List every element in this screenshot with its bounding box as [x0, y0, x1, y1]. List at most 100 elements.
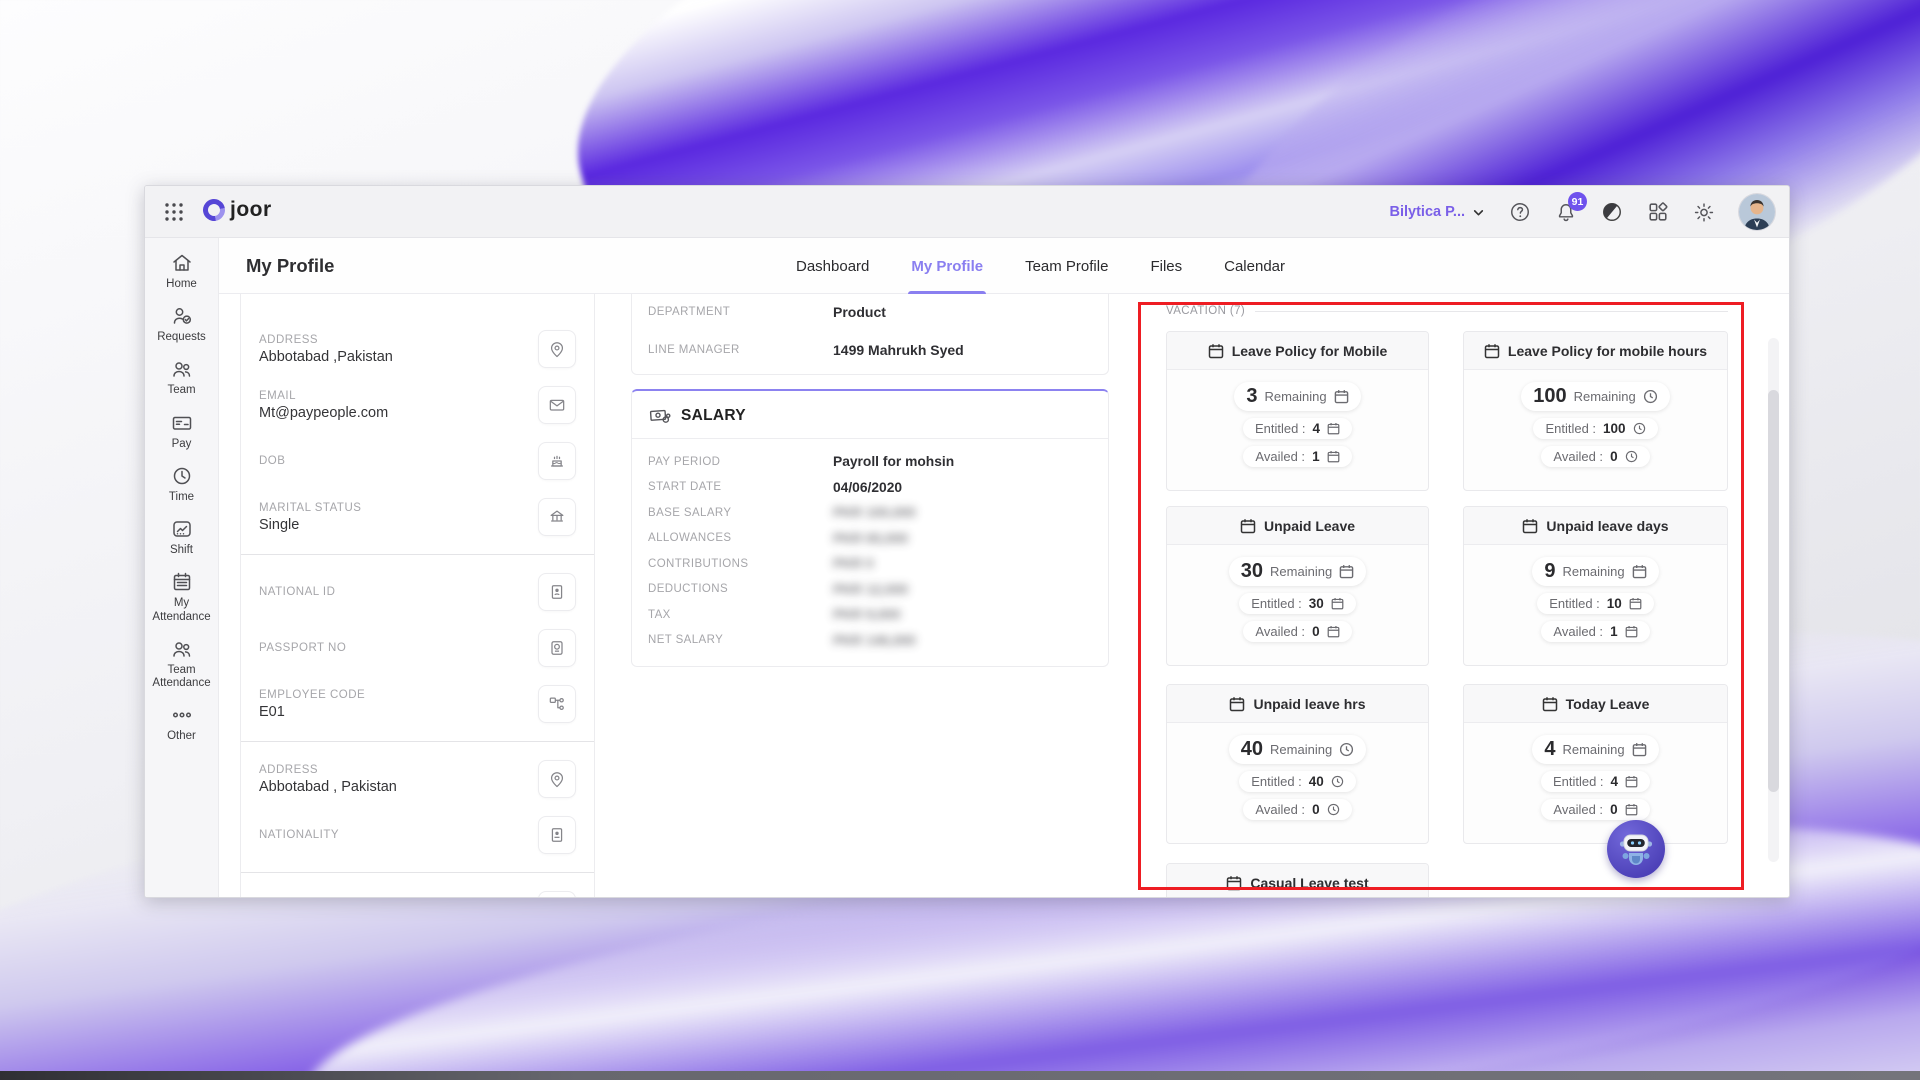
divider — [1255, 311, 1728, 312]
birthday-icon[interactable] — [538, 442, 576, 480]
calendar-icon — [1625, 803, 1638, 816]
company-switcher[interactable]: Bilytica P... — [1390, 204, 1486, 220]
salary-row-tax: TAX PKR 9,000 — [648, 602, 1092, 628]
calendar-icon — [1625, 775, 1638, 788]
id-card-icon[interactable] — [538, 573, 576, 611]
salary-row-allowances: ALLOWANCES PKR 65,000 — [648, 526, 1092, 552]
chevron-down-icon — [1472, 206, 1485, 219]
tab-my-profile[interactable]: My Profile — [908, 238, 986, 294]
entitled-pill: Entitled :4 — [1541, 771, 1650, 792]
vacation-card-casual-leave-test: Casual Leave test — [1166, 863, 1429, 897]
tab-calendar[interactable]: Calendar — [1221, 238, 1288, 294]
time-icon — [170, 464, 194, 488]
tab-dashboard[interactable]: Dashboard — [793, 238, 872, 294]
location-pin-icon[interactable] — [538, 760, 576, 798]
vacation-card-unpaid-leave-hrs: Unpaid leave hrs 40Remaining Entitled :4… — [1166, 684, 1429, 844]
profile-row-dob: DOB — [241, 433, 594, 489]
app-window: joor Bilytica P... 91 — [144, 185, 1790, 898]
home-icon — [170, 251, 194, 275]
entitled-pill: Entitled :100 — [1533, 418, 1657, 439]
calendar-icon — [1334, 389, 1349, 404]
contrast-theme-icon[interactable] — [1601, 201, 1623, 223]
apps-grid-icon[interactable] — [1647, 201, 1669, 223]
calendar-icon — [1229, 696, 1245, 712]
phone-icon[interactable] — [538, 891, 576, 897]
divider — [241, 872, 594, 873]
calendar-icon — [1632, 564, 1647, 579]
remaining-pill: 9Remaining — [1532, 557, 1658, 586]
sidebar-item-home[interactable]: Home — [147, 251, 217, 291]
calendar-icon — [1331, 597, 1344, 610]
entitled-pill: Entitled :4 — [1243, 418, 1352, 439]
info-row-department: DEPARTMENT Product — [632, 294, 1108, 331]
scrollbar-thumb[interactable] — [1768, 390, 1779, 792]
salary-row-base-salary: BASE SALARY PKR 100,000 — [648, 500, 1092, 526]
sidebar-item-shift[interactable]: Shift — [147, 517, 217, 557]
remaining-pill: 3Remaining — [1234, 382, 1360, 411]
profile-row-passport: PASSPORT NO — [241, 620, 594, 676]
sidebar-item-other[interactable]: Other — [147, 703, 217, 743]
user-avatar[interactable] — [1739, 194, 1775, 230]
notifications-bell-icon[interactable]: 91 — [1555, 201, 1577, 223]
vacation-section-header: VACATION (7) — [1166, 305, 1728, 317]
taskbar-strip — [0, 1071, 1920, 1080]
profile-row-email: EMAIL Mt@paypeople.com — [241, 377, 594, 433]
sidebar-item-my-attendance[interactable]: My Attendance — [147, 570, 217, 623]
salary-title: SALARY — [681, 407, 746, 425]
sidebar-item-requests[interactable]: Requests — [147, 304, 217, 344]
brand-logo[interactable]: joor — [203, 198, 272, 222]
clock-icon — [1327, 803, 1340, 816]
vacation-card-header: Unpaid leave hrs — [1167, 685, 1428, 723]
app-header: joor Bilytica P... 91 — [145, 186, 1789, 238]
nationality-icon[interactable] — [538, 816, 576, 854]
salary-card-header: SALARY — [632, 391, 1108, 439]
salary-row-deductions: DEDUCTIONS PKR 12,000 — [648, 577, 1092, 603]
page-title: My Profile — [246, 255, 334, 277]
help-icon[interactable] — [1509, 201, 1531, 223]
sidebar-item-team[interactable]: Team — [147, 357, 217, 397]
waffle-menu-icon[interactable] — [163, 201, 185, 223]
sidebar-item-team-attendance[interactable]: Team Attendance — [147, 637, 217, 690]
envelope-icon[interactable] — [538, 386, 576, 424]
vacation-card-today-leave: Today Leave 4Remaining Entitled :4 Avail… — [1463, 684, 1728, 844]
tab-files[interactable]: Files — [1147, 238, 1185, 294]
availed-pill: Availed :0 — [1243, 799, 1351, 820]
vacation-card-unpaid-leave-days: Unpaid leave days 9Remaining Entitled :1… — [1463, 506, 1728, 666]
other-icon — [170, 703, 194, 727]
clock-icon — [1331, 775, 1344, 788]
settings-gear-icon[interactable] — [1693, 201, 1715, 223]
entitled-pill: Entitled :30 — [1239, 593, 1356, 614]
salary-row-contributions: CONTRIBUTIONS PKR 0 — [648, 551, 1092, 577]
availed-pill: Availed :0 — [1243, 621, 1351, 642]
vacation-card-header: Casual Leave test — [1167, 864, 1428, 897]
clock-icon — [1643, 389, 1658, 404]
salary-row-start-date: START DATE 04/06/2020 — [648, 475, 1092, 501]
calendar-icon — [1542, 696, 1558, 712]
calendar-icon — [1226, 875, 1242, 891]
profile-row-employee-code: EMPLOYEE CODE E01 — [241, 676, 594, 732]
calendar-icon — [1327, 450, 1340, 463]
calendar-icon — [1208, 343, 1224, 359]
salary-card: SALARY PAY PERIOD Payroll for mohsin STA… — [631, 389, 1109, 667]
tab-team-profile[interactable]: Team Profile — [1022, 238, 1111, 294]
availed-pill: Availed :1 — [1541, 621, 1649, 642]
calendar-icon — [1484, 343, 1500, 359]
sidebar-item-pay[interactable]: Pay — [147, 411, 217, 451]
org-chart-icon[interactable] — [538, 685, 576, 723]
profile-row-nationality: NATIONALITY — [241, 807, 594, 863]
vacation-section-title: VACATION (7) — [1166, 305, 1245, 317]
availed-pill: Availed :0 — [1541, 446, 1649, 467]
tab-bar: Dashboard My Profile Team Profile Files … — [793, 238, 1288, 294]
vacation-card-unpaid-leave: Unpaid Leave 30Remaining Entitled :30 Av… — [1166, 506, 1429, 666]
institution-icon[interactable] — [538, 498, 576, 536]
sidebar-item-time[interactable]: Time — [147, 464, 217, 504]
chatbot-button[interactable] — [1607, 820, 1665, 878]
location-pin-icon[interactable] — [538, 330, 576, 368]
notification-badge: 91 — [1568, 192, 1587, 211]
vertical-scrollbar[interactable] — [1768, 338, 1779, 862]
vacation-card-header: Leave Policy for Mobile — [1167, 332, 1428, 370]
passport-icon[interactable] — [538, 629, 576, 667]
calendar-icon — [1327, 625, 1340, 638]
profile-row-national-id: NATIONAL ID — [241, 564, 594, 620]
logo-o-icon — [199, 195, 230, 226]
